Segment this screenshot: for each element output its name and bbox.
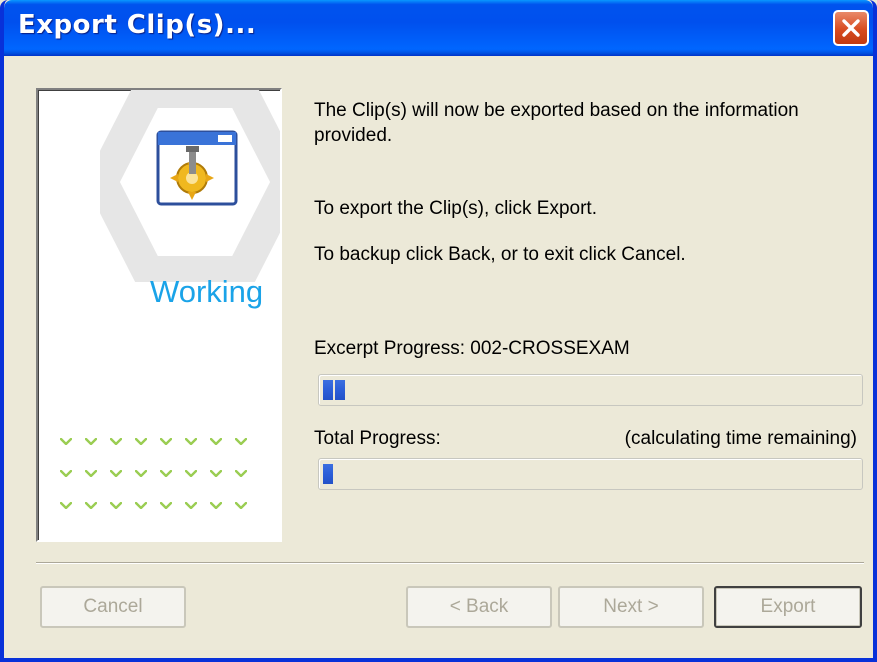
progress-segment	[323, 464, 333, 484]
chevron-dot-icon	[160, 502, 172, 509]
total-progress-bar	[318, 458, 863, 490]
cancel-button[interactable]: Cancel	[40, 586, 186, 628]
application-gear-icon	[156, 130, 238, 206]
time-remaining-label: (calculating time remaining)	[624, 428, 857, 449]
chevron-dot-icon	[85, 438, 97, 445]
chevron-dot-icon	[160, 438, 172, 445]
chevron-dot-icon	[235, 470, 247, 477]
close-button[interactable]	[833, 10, 869, 46]
footer-separator	[36, 562, 864, 564]
chevron-dot-icon	[60, 470, 72, 477]
decorative-dots	[60, 432, 270, 528]
export-button[interactable]: Export	[714, 586, 862, 628]
export-info-text: The Clip(s) will now be exported based o…	[314, 100, 799, 146]
progress-segment	[335, 380, 345, 400]
chevron-dot-icon	[135, 502, 147, 509]
next-button[interactable]: Next >	[558, 586, 704, 628]
chevron-dot-icon	[110, 502, 122, 509]
chevron-dot-icon	[185, 470, 197, 477]
chevron-dot-icon	[85, 470, 97, 477]
chevron-dot-icon	[235, 438, 247, 445]
export-instruction-text: To export the Clip(s), click Export.	[314, 198, 597, 219]
chevron-dot-icon	[110, 438, 122, 445]
chevron-dot-icon	[85, 502, 97, 509]
back-button[interactable]: < Back	[406, 586, 552, 628]
chevron-dot-icon	[60, 502, 72, 509]
chevron-dot-icon	[185, 438, 197, 445]
chevron-dot-icon	[210, 438, 222, 445]
chevron-dot-icon	[235, 502, 247, 509]
progress-segment	[323, 380, 333, 400]
title-bar[interactable]: Export Clip(s)...	[4, 0, 873, 56]
chevron-dot-icon	[185, 502, 197, 509]
chevron-dot-icon	[160, 470, 172, 477]
export-dialog: Export Clip(s)... Working The Clip(s) wi…	[0, 0, 877, 662]
window-title: Export Clip(s)...	[18, 10, 257, 40]
chevron-dot-icon	[210, 502, 222, 509]
chevron-dot-icon	[135, 438, 147, 445]
close-icon	[842, 19, 860, 37]
chevron-dot-icon	[60, 438, 72, 445]
working-status-label: Working	[150, 274, 264, 309]
chevron-dot-icon	[135, 470, 147, 477]
wizard-side-panel: Working	[36, 88, 282, 542]
excerpt-progress-bar	[318, 374, 863, 406]
total-progress-label: Total Progress:	[314, 428, 441, 449]
back-cancel-instruction-text: To backup click Back, or to exit click C…	[314, 244, 686, 265]
chevron-dot-icon	[210, 470, 222, 477]
excerpt-progress-label: Excerpt Progress: 002-CROSSEXAM	[314, 338, 630, 359]
chevron-dot-icon	[110, 470, 122, 477]
